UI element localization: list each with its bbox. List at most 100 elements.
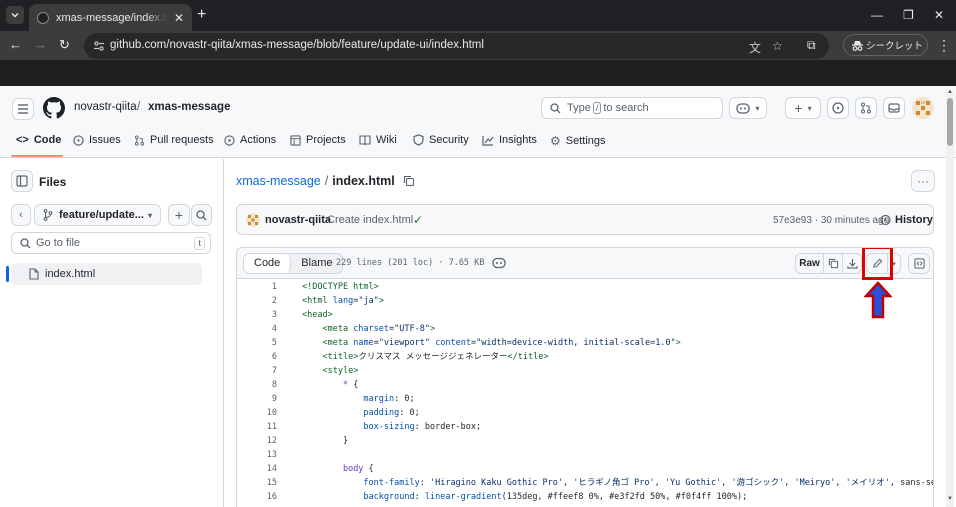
- extensions-icon[interactable]: ⧉: [807, 38, 816, 52]
- repo-link[interactable]: xmas-message: [148, 101, 230, 113]
- tab-insights[interactable]: Insights: [482, 134, 537, 146]
- line-number[interactable]: 12: [237, 434, 277, 448]
- tab-issues[interactable]: Issues: [73, 134, 121, 146]
- line-number[interactable]: 16: [237, 490, 277, 504]
- close-icon[interactable]: ✕: [174, 11, 184, 25]
- branch-selector[interactable]: feature/update... ▾: [34, 204, 161, 226]
- tab-projects[interactable]: Projects: [290, 134, 346, 146]
- history-icon: [880, 214, 891, 226]
- copilot-icon[interactable]: [492, 256, 506, 269]
- github-header: novastr-qiita / xmas-message Type / to s…: [0, 86, 956, 158]
- line-number[interactable]: 4: [237, 322, 277, 336]
- line-number[interactable]: 2: [237, 294, 277, 308]
- browser-chrome: xmas-message/index.html at ✕ + — ❐ ✕ ← →…: [0, 0, 956, 86]
- new-tab-button[interactable]: +: [197, 7, 206, 23]
- restore-button[interactable]: ❐: [903, 8, 914, 22]
- github-logo-icon[interactable]: [43, 97, 65, 119]
- commit-avatar[interactable]: [246, 213, 260, 227]
- search-shortcut-key: /: [592, 102, 602, 114]
- line-number[interactable]: 15: [237, 476, 277, 490]
- tab-pull-requests[interactable]: Pull requests: [134, 134, 214, 146]
- line-number[interactable]: 6: [237, 350, 277, 364]
- bookmark-star-icon[interactable]: ☆: [772, 39, 783, 53]
- tab-wiki[interactable]: Wiki: [359, 134, 397, 146]
- minimize-button[interactable]: —: [871, 8, 883, 22]
- line-number[interactable]: 9: [237, 392, 277, 406]
- back-button[interactable]: ‹: [11, 204, 31, 226]
- issues-button[interactable]: [827, 97, 849, 119]
- line-content: <meta charset="UTF-8">: [322, 324, 436, 334]
- code-view-button[interactable]: Code: [244, 254, 292, 273]
- code-square-icon: [913, 258, 925, 269]
- reload-icon[interactable]: ↻: [59, 38, 70, 52]
- tab-search-button[interactable]: [6, 6, 24, 24]
- tab-code[interactable]: <> Code: [16, 134, 61, 146]
- history-label: History: [895, 214, 933, 226]
- raw-button[interactable]: Raw: [795, 253, 824, 274]
- tab-strip: xmas-message/index.html at ✕ + — ❐ ✕: [0, 0, 956, 31]
- commit-message[interactable]: Create index.html: [327, 214, 413, 226]
- forward-icon[interactable]: →: [34, 38, 47, 52]
- symbols-panel-button[interactable]: [908, 253, 930, 274]
- line-number[interactable]: 14: [237, 462, 277, 476]
- browser-menu-icon[interactable]: ⋮: [937, 37, 951, 54]
- user-avatar[interactable]: [912, 97, 934, 119]
- scroll-down-icon[interactable]: ▼: [947, 496, 953, 502]
- line-number[interactable]: 1: [237, 280, 277, 294]
- line-number[interactable]: 8: [237, 378, 277, 392]
- add-file-button[interactable]: +: [168, 204, 190, 226]
- line-number[interactable]: 7: [237, 364, 277, 378]
- check-icon[interactable]: ✓: [413, 213, 423, 227]
- search-suffix: to search: [603, 102, 649, 114]
- more-options-button[interactable]: ···: [911, 170, 935, 192]
- back-icon[interactable]: ←: [9, 38, 22, 52]
- go-to-file-input[interactable]: Go to file t: [11, 232, 211, 254]
- go-to-file-placeholder: Go to file: [36, 237, 81, 249]
- tab-security[interactable]: Security: [413, 134, 469, 146]
- search-input[interactable]: Type / to search: [541, 97, 723, 119]
- line-content: <!DOCTYPE html>: [302, 282, 379, 292]
- line-number[interactable]: 3: [237, 308, 277, 322]
- incognito-badge[interactable]: シークレット: [843, 34, 928, 56]
- browser-toolbar: ← → ↻ github.com/novastr-qiita/xmas-mess…: [0, 31, 956, 60]
- pull-requests-button[interactable]: [855, 97, 877, 119]
- address-bar[interactable]: github.com/novastr-qiita/xmas-message/bl…: [84, 33, 829, 59]
- owner-link[interactable]: novastr-qiita: [74, 101, 137, 113]
- download-button[interactable]: [842, 253, 862, 274]
- translate-icon[interactable]: 文: [749, 39, 761, 56]
- copy-path-icon[interactable]: [403, 175, 415, 187]
- page-scrollbar[interactable]: [946, 92, 954, 507]
- commit-meta[interactable]: 57e3e93 · 30 minutes ago: [773, 215, 889, 226]
- window-close-button[interactable]: ✕: [934, 8, 944, 22]
- branch-name: feature/update...: [59, 209, 144, 221]
- file-tree-item[interactable]: index.html: [6, 263, 202, 285]
- copy-raw-button[interactable]: [823, 253, 843, 274]
- blame-view-button[interactable]: Blame: [291, 254, 342, 273]
- tab-code-label: Code: [33, 134, 62, 146]
- view-mode-toggle: Code Blame: [243, 253, 344, 274]
- search-files-button[interactable]: [191, 204, 212, 226]
- history-button[interactable]: History: [879, 214, 933, 226]
- line-number[interactable]: 11: [237, 420, 277, 434]
- tab-wiki-label: Wiki: [376, 134, 397, 146]
- site-info-icon[interactable]: [93, 40, 105, 52]
- issue-icon: [832, 102, 844, 114]
- scrollbar-thumb[interactable]: [947, 98, 953, 146]
- inbox-button[interactable]: [883, 97, 905, 119]
- create-new-button[interactable]: + ▾: [785, 97, 821, 119]
- browser-tab[interactable]: xmas-message/index.html at ✕: [29, 4, 192, 31]
- menu-button[interactable]: [12, 98, 34, 120]
- code-line: 11 box-sizing: border-box;: [237, 420, 933, 434]
- scroll-up-icon[interactable]: ▲: [947, 89, 953, 95]
- code-line: 9 margin: 0;: [237, 392, 933, 406]
- repo-root-link[interactable]: xmas-message: [236, 174, 321, 188]
- commit-author[interactable]: novastr-qiita: [265, 214, 331, 226]
- line-number[interactable]: 5: [237, 336, 277, 350]
- collapse-files-button[interactable]: [11, 170, 33, 192]
- line-number[interactable]: 13: [237, 448, 277, 462]
- inbox-icon: [888, 103, 900, 113]
- tab-actions[interactable]: Actions: [224, 134, 276, 146]
- tab-settings[interactable]: ⚙ Settings: [550, 134, 606, 148]
- line-number[interactable]: 10: [237, 406, 277, 420]
- copilot-button[interactable]: ▾: [729, 97, 767, 119]
